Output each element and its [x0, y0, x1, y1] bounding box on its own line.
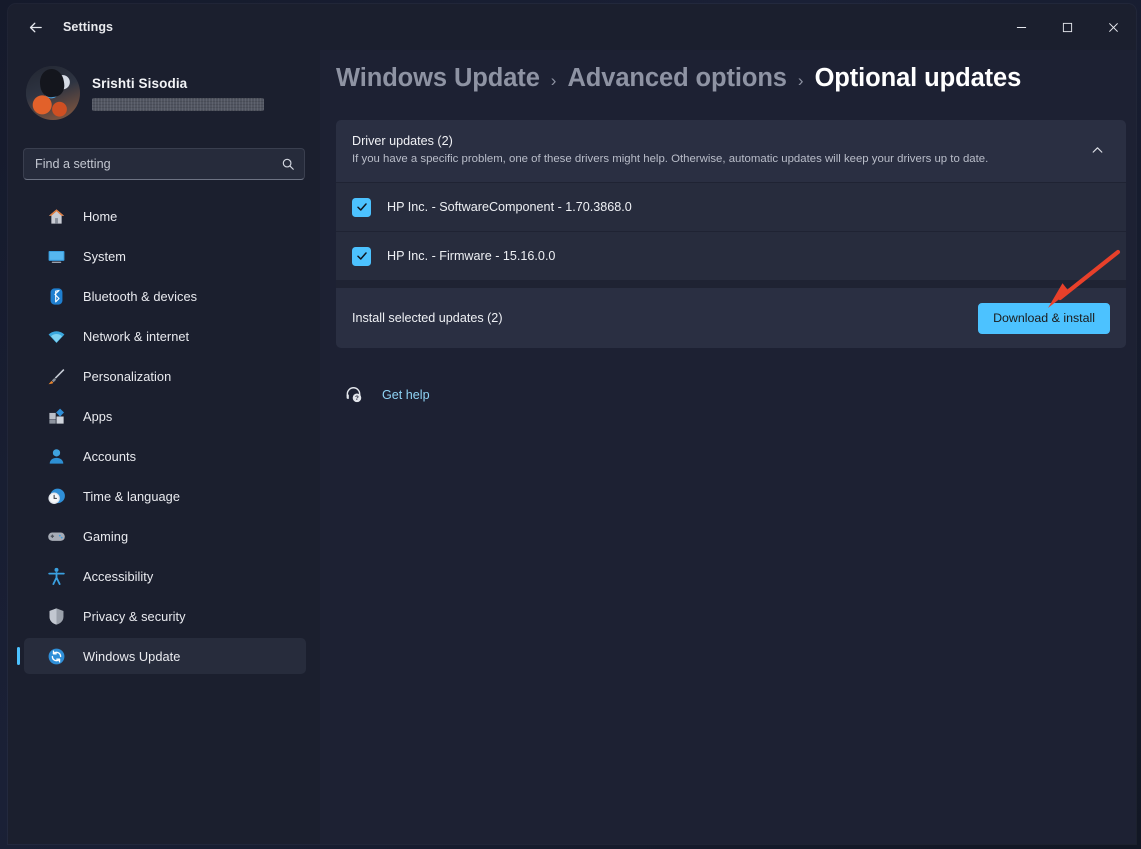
update-checkbox[interactable] [352, 246, 371, 266]
main-content: Windows Update › Advanced options › Opti… [320, 50, 1136, 844]
sidebar-item-personalization[interactable]: Personalization [24, 358, 306, 394]
search-icon [281, 157, 295, 171]
accessibility-icon [46, 566, 67, 587]
help-headset-icon: ? [344, 385, 363, 404]
settings-window: Settings Srishti Sisodia Find a setting … [8, 4, 1136, 844]
sidebar-item-windows-update[interactable]: Windows Update [17, 638, 306, 674]
avatar [26, 66, 80, 120]
home-icon [46, 206, 67, 227]
gamepad-icon [46, 526, 67, 547]
breadcrumb-separator: › [797, 71, 804, 90]
sidebar-item-apps[interactable]: Apps [24, 398, 306, 434]
get-help-label: Get help [382, 387, 430, 402]
driver-updates-header[interactable]: Driver updates (2) If you have a specifi… [336, 120, 1126, 182]
clock-icon [46, 486, 67, 507]
sidebar-item-label: Time & language [83, 488, 181, 504]
window-controls [998, 4, 1136, 50]
sidebar-item-time-language[interactable]: Time & language [24, 478, 306, 514]
update-row[interactable]: HP Inc. - SoftwareComponent - 1.70.3868.… [336, 182, 1126, 231]
breadcrumb: Windows Update › Advanced options › Opti… [336, 64, 1136, 93]
driver-updates-title: Driver updates (2) [352, 133, 453, 148]
install-selected-label: Install selected updates (2) [352, 311, 503, 325]
checkmark-icon [356, 252, 367, 260]
system-icon [46, 246, 67, 267]
app-title: Settings [63, 20, 114, 34]
sidebar-item-label: System [83, 248, 126, 264]
sidebar-item-label: Apps [83, 408, 113, 424]
breadcrumb-item-advanced-options[interactable]: Advanced options [567, 64, 787, 93]
sidebar-item-network[interactable]: Network & internet [24, 318, 306, 354]
close-icon [1108, 22, 1118, 32]
desktop-background: Settings Srishti Sisodia Find a setting … [0, 0, 1141, 849]
get-help-link[interactable]: ? Get help [338, 381, 436, 408]
update-label: HP Inc. - SoftwareComponent - 1.70.3868.… [387, 200, 632, 214]
search-input[interactable] [35, 157, 281, 171]
maximize-button[interactable] [1044, 4, 1090, 50]
apps-icon [46, 406, 67, 427]
install-selected-row: Install selected updates (2) Download & … [336, 288, 1126, 348]
sidebar-nav: Home System Bluetooth & devices Network … [8, 198, 320, 674]
title-bar: Settings [8, 4, 1136, 50]
chevron-up-icon[interactable] [1082, 136, 1112, 166]
svg-text:?: ? [355, 395, 359, 402]
sidebar-item-system[interactable]: System [24, 238, 306, 274]
sidebar-item-privacy-security[interactable]: Privacy & security [24, 598, 306, 634]
back-button[interactable] [18, 12, 52, 42]
update-label: HP Inc. - Firmware - 15.16.0.0 [387, 249, 556, 263]
account-email-redacted [92, 97, 264, 111]
sidebar-item-label: Home [83, 208, 118, 224]
update-row[interactable]: HP Inc. - Firmware - 15.16.0.0 [336, 231, 1126, 280]
breadcrumb-separator: › [550, 71, 557, 90]
driver-updates-description: If you have a specific problem, one of t… [352, 152, 989, 165]
breadcrumb-item-windows-update[interactable]: Windows Update [336, 64, 540, 93]
sidebar-item-label: Gaming [83, 528, 129, 544]
driver-updates-card: Driver updates (2) If you have a specifi… [336, 120, 1126, 348]
sidebar-item-bluetooth[interactable]: Bluetooth & devices [24, 278, 306, 314]
search-box[interactable] [23, 148, 305, 180]
back-arrow-icon [29, 22, 42, 32]
download-and-install-button[interactable]: Download & install [978, 302, 1110, 334]
sidebar-item-label: Windows Update [83, 648, 181, 664]
sidebar-item-label: Accounts [83, 448, 137, 464]
minimize-button[interactable] [998, 4, 1044, 50]
sidebar: Srishti Sisodia Find a setting Home Syst… [8, 50, 320, 844]
maximize-icon [1062, 22, 1072, 32]
sidebar-item-home[interactable]: Home [24, 198, 306, 234]
account-name: Srishti Sisodia [92, 75, 188, 91]
update-refresh-icon [46, 646, 67, 667]
checkmark-icon [356, 203, 367, 211]
network-icon [46, 326, 67, 347]
bluetooth-icon [46, 286, 67, 307]
account-tile[interactable]: Srishti Sisodia [22, 62, 302, 124]
breadcrumb-item-optional-updates: Optional updates [814, 64, 1022, 92]
sidebar-item-label: Network & internet [83, 328, 190, 344]
sidebar-item-gaming[interactable]: Gaming [24, 518, 306, 554]
minimize-icon [1016, 26, 1026, 28]
close-button[interactable] [1090, 4, 1136, 50]
sidebar-item-label: Accessibility [83, 568, 154, 584]
sidebar-item-label: Privacy & security [83, 608, 186, 624]
update-checkbox[interactable] [352, 197, 371, 217]
shield-icon [46, 606, 67, 627]
paintbrush-icon [46, 366, 67, 387]
sidebar-item-label: Bluetooth & devices [83, 288, 198, 304]
accounts-icon [46, 446, 67, 467]
sidebar-item-accessibility[interactable]: Accessibility [24, 558, 306, 594]
sidebar-item-label: Personalization [83, 368, 172, 384]
sidebar-item-accounts[interactable]: Accounts [24, 438, 306, 474]
